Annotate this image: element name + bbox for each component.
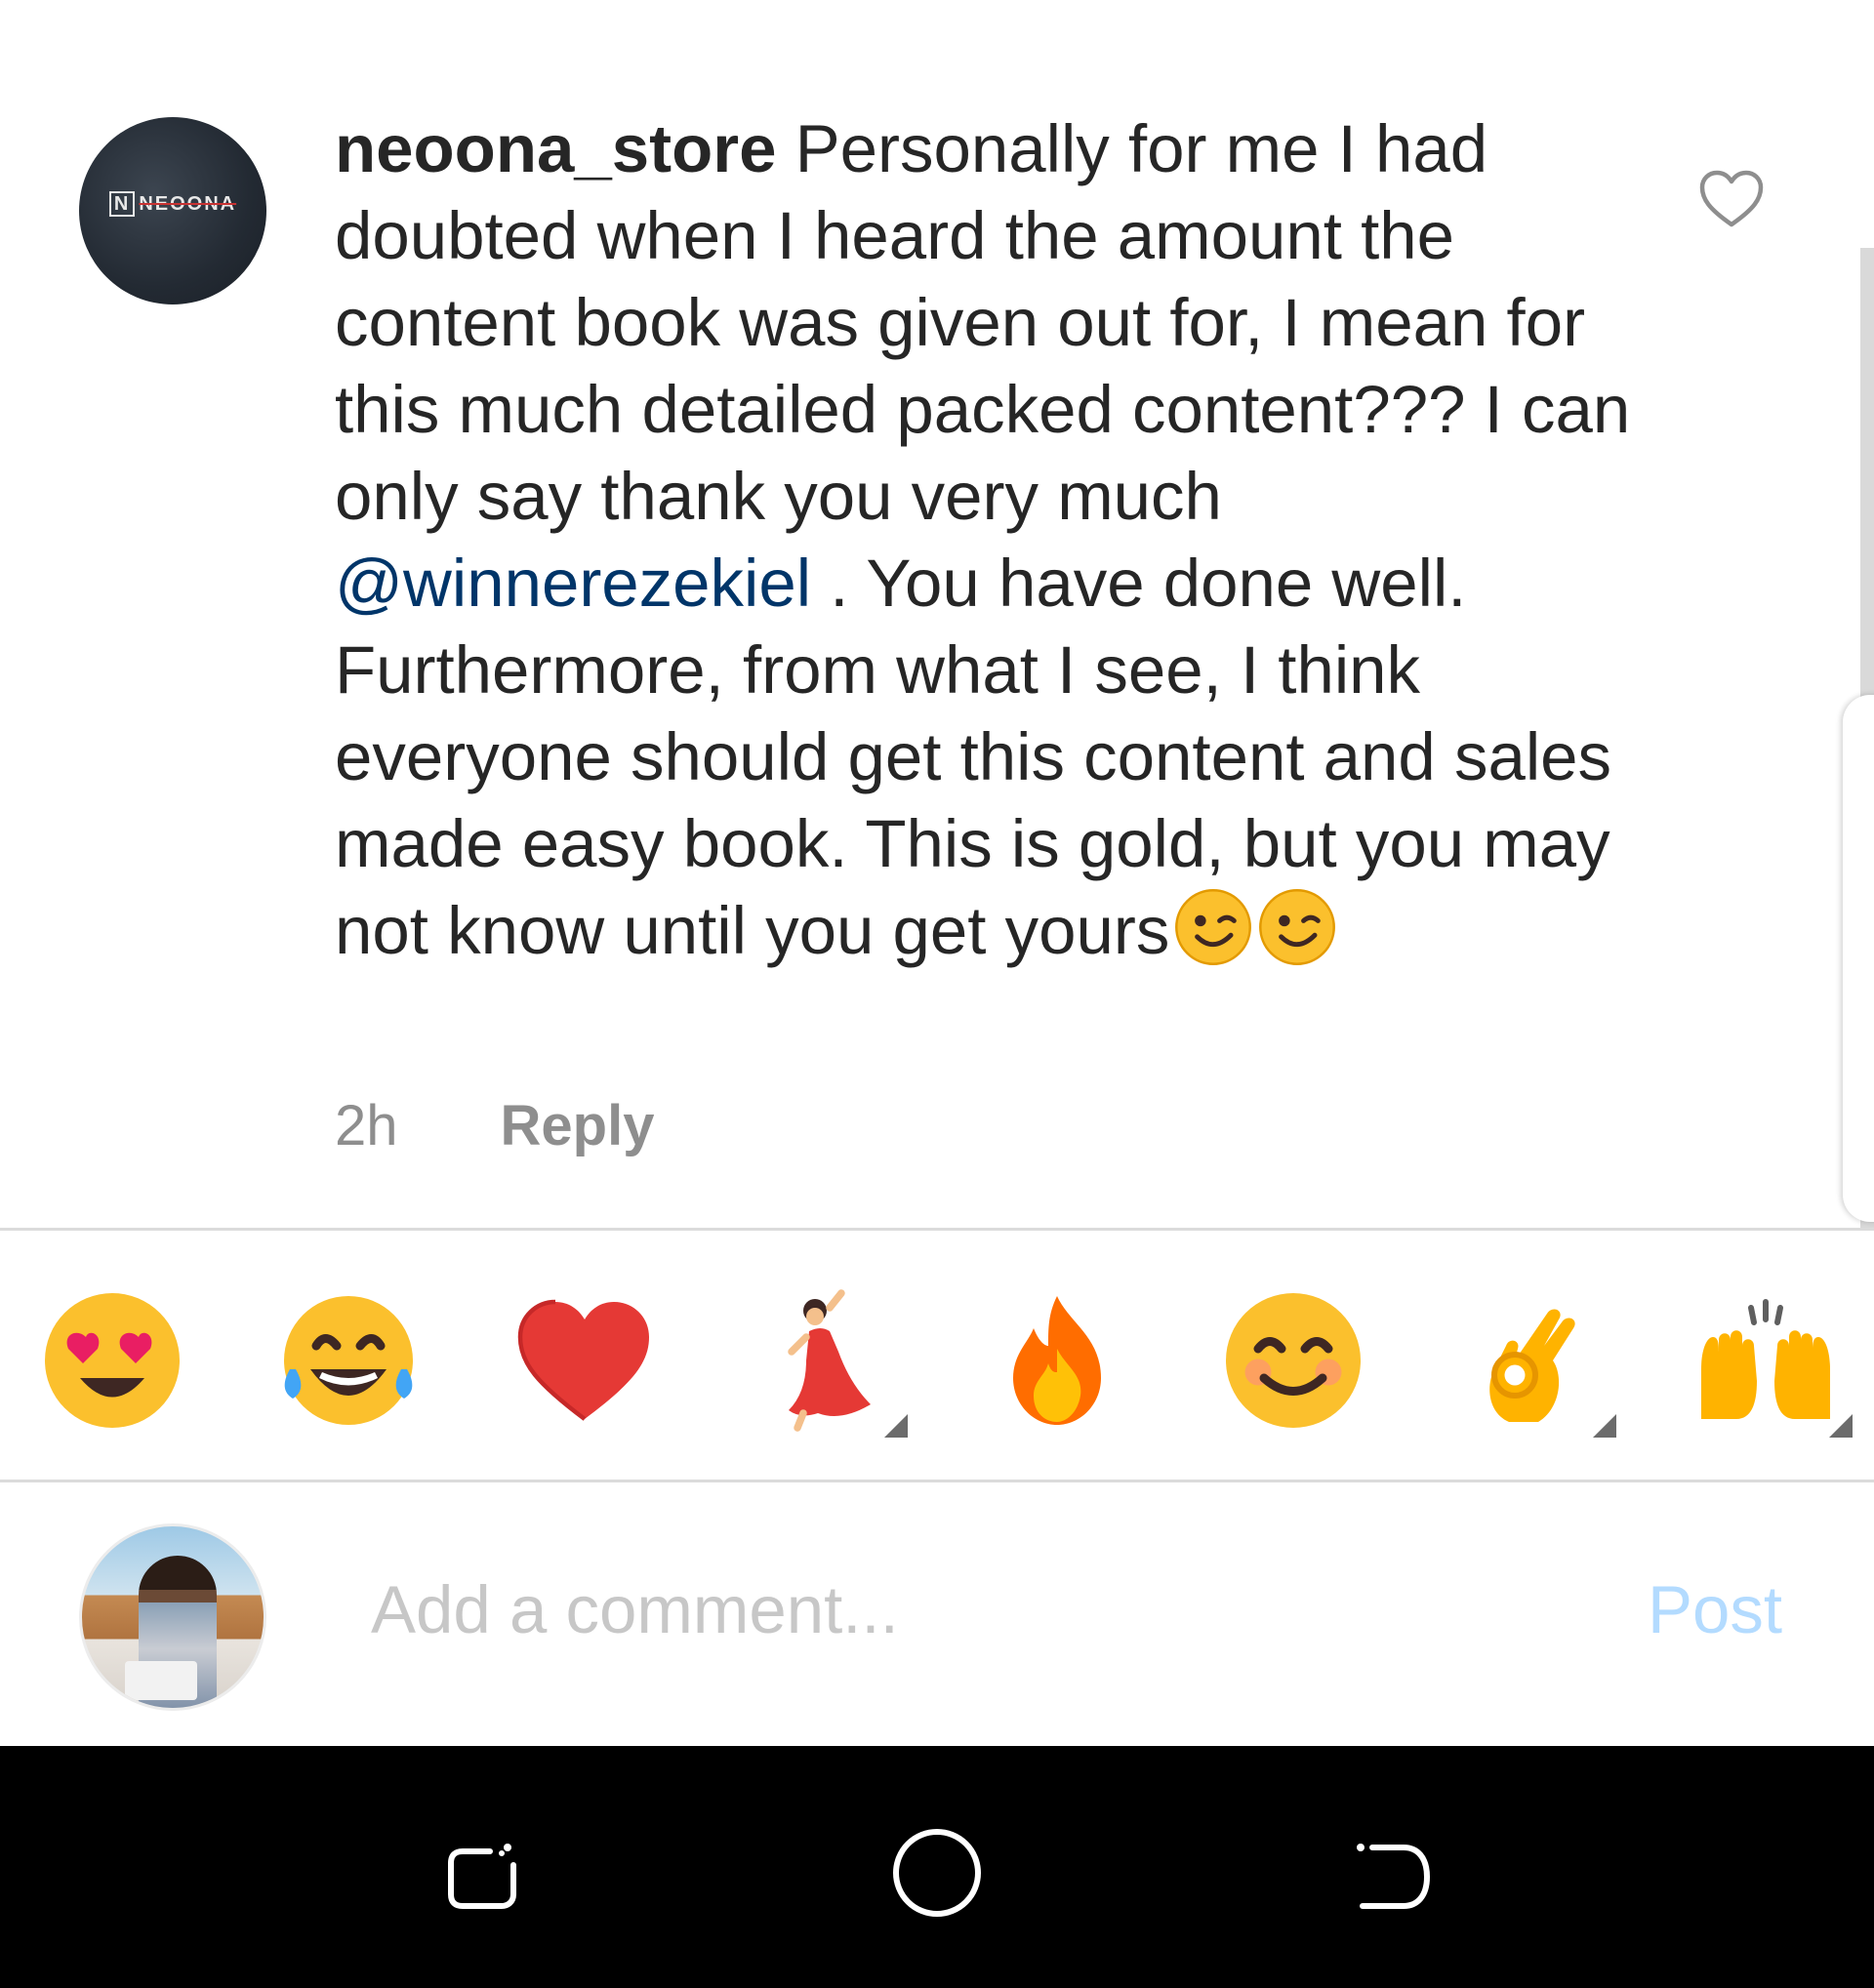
avatar-logo-text: NEOONA <box>139 193 237 215</box>
variant-indicator <box>1829 1414 1853 1438</box>
avatar-logo-letter: N <box>108 191 136 217</box>
comment: N NEOONA neoona_store Personally for me I… <box>0 0 1874 1230</box>
heart-outline-icon[interactable] <box>1699 170 1764 228</box>
smiling-eyes-emoji-button[interactable] <box>1220 1287 1366 1434</box>
reply-button[interactable]: Reply <box>501 1093 655 1158</box>
comment-timestamp: 2h <box>335 1094 398 1157</box>
comment-mention-link[interactable]: @winnerezekiel <box>335 546 811 621</box>
avatar-logo: N NEOONA <box>79 191 266 217</box>
quick-emoji-bar <box>0 1231 1874 1480</box>
winking-face-emoji <box>1257 887 1337 967</box>
system-navigation-bar <box>0 1746 1874 1988</box>
comment-text: neoona_store Personally for me I had dou… <box>335 105 1643 974</box>
commenter-avatar[interactable]: N NEOONA <box>79 117 266 304</box>
screen: N NEOONA neoona_store Personally for me I… <box>0 0 1874 1988</box>
winking-face-emoji <box>1173 887 1253 967</box>
add-comment-input[interactable] <box>371 1556 1542 1663</box>
home-icon[interactable] <box>888 1824 986 1922</box>
variant-indicator <box>1593 1414 1616 1438</box>
ok-hand-emoji-button[interactable] <box>1456 1287 1616 1438</box>
red-heart-emoji-button[interactable] <box>511 1287 658 1434</box>
avatar-photo-laptop <box>125 1661 197 1700</box>
scrollbar-handle[interactable] <box>1843 695 1874 1222</box>
back-icon[interactable] <box>1343 1824 1441 1922</box>
current-user-avatar[interactable] <box>79 1523 266 1711</box>
comment-meta: 2h Reply <box>335 1093 654 1158</box>
recent-apps-icon[interactable] <box>433 1824 531 1922</box>
comment-username[interactable]: neoona_store <box>335 111 776 186</box>
heart-eyes-emoji-button[interactable] <box>39 1287 185 1434</box>
variant-indicator <box>884 1414 908 1438</box>
fire-emoji-button[interactable] <box>984 1287 1130 1434</box>
tears-of-joy-emoji-button[interactable] <box>275 1287 422 1434</box>
comment-composer: Post <box>0 1482 1874 1746</box>
post-button[interactable]: Post <box>1648 1571 1782 1648</box>
raising-hands-emoji-button[interactable] <box>1692 1287 1853 1438</box>
woman-dancing-emoji-button[interactable] <box>748 1287 908 1438</box>
